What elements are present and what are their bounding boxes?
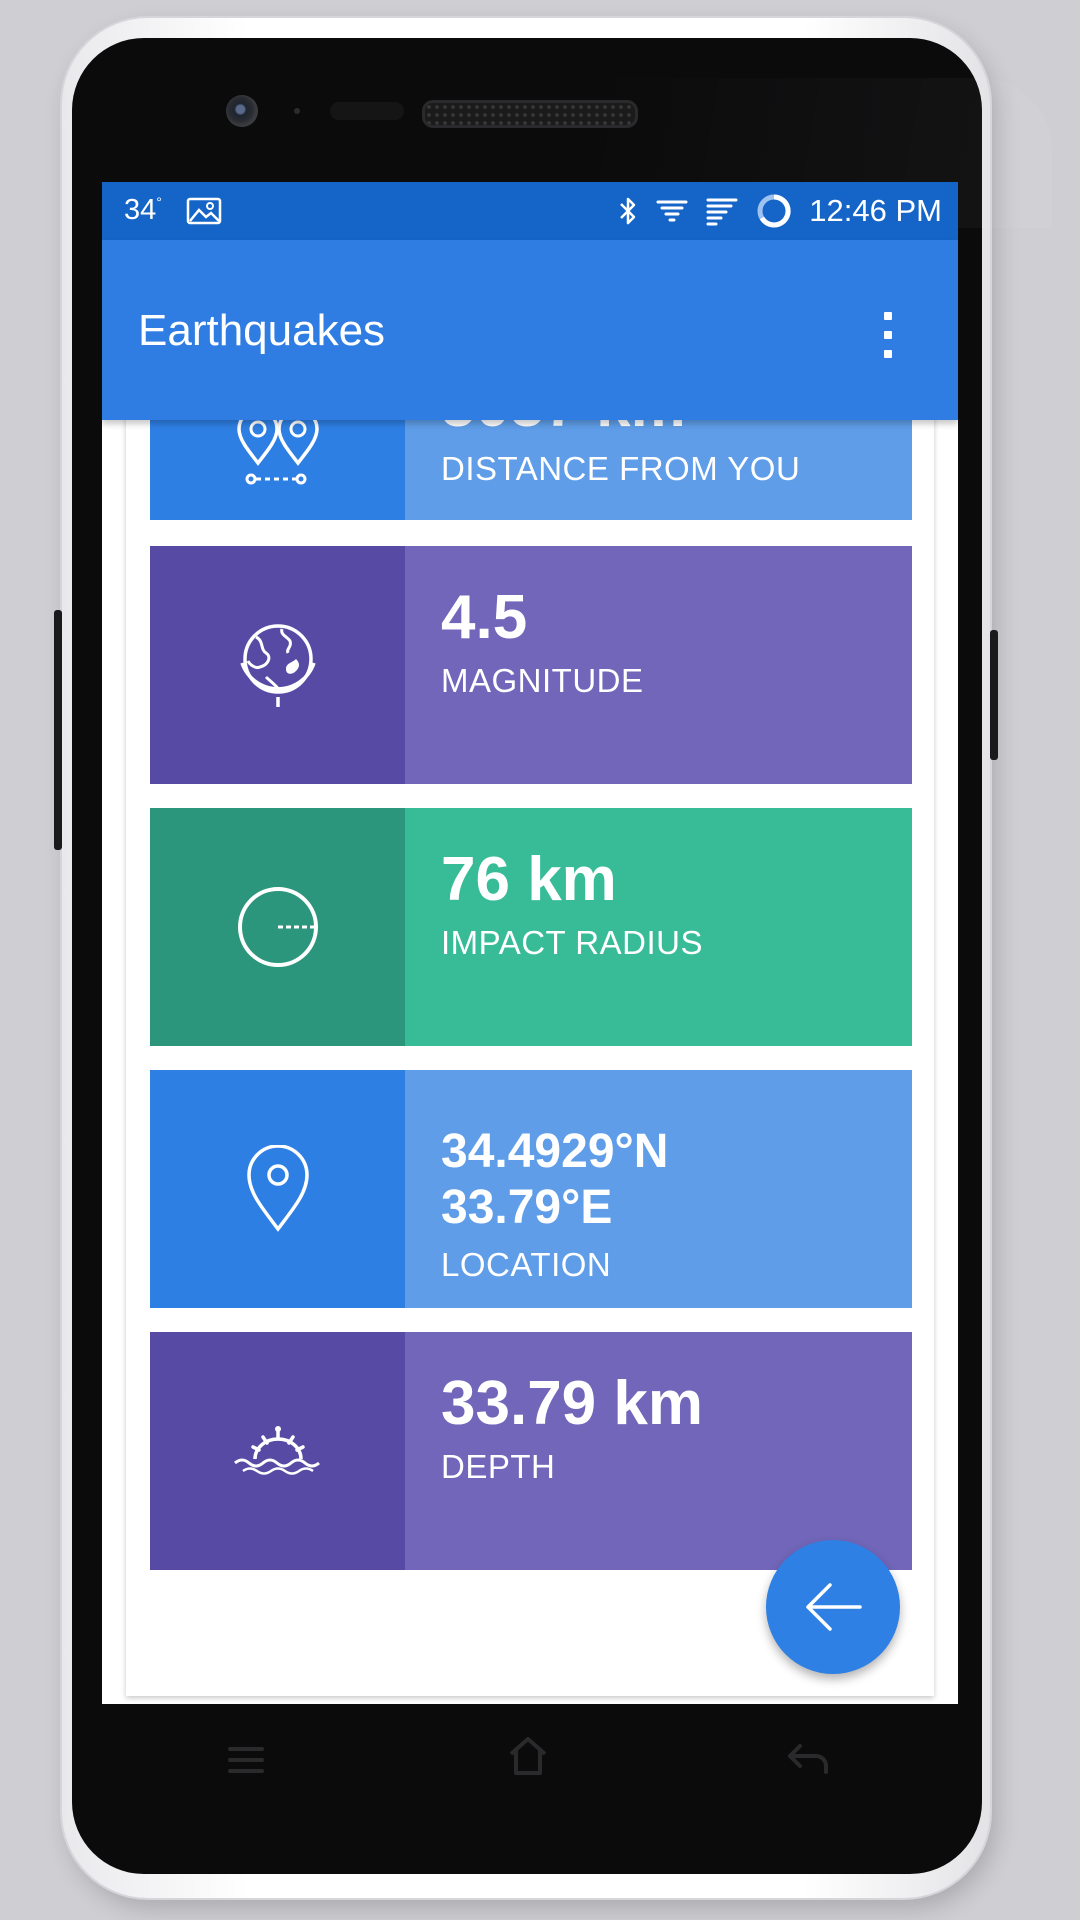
status-time: 12:46 PM [809, 193, 942, 228]
signal-icon [706, 198, 738, 226]
globe-icon [239, 624, 316, 707]
back-fab-button[interactable] [766, 1540, 900, 1674]
light-sensor [330, 102, 404, 120]
magnitude-icon-box [150, 546, 405, 784]
location-icon-box [150, 1070, 405, 1308]
magnitude-text-box: 4.5 MAGNITUDE [405, 546, 912, 784]
bluetooth-icon [620, 197, 636, 225]
front-camera [226, 95, 258, 127]
volume-button [54, 610, 62, 850]
location-pin-icon [246, 1145, 309, 1232]
location-label: LOCATION [441, 1246, 612, 1283]
arrow-left-icon [806, 1583, 862, 1631]
app-title: Earthquakes [138, 306, 386, 355]
latitude-value: 34.4929°N [441, 1125, 669, 1178]
radius-circle-icon [237, 887, 318, 967]
pins-distance-icon [236, 411, 319, 485]
menu-key-icon[interactable] [226, 1740, 266, 1780]
impact-radius-text-box: 76 km IMPACT RADIUS [405, 808, 912, 1046]
impact-radius-card: 76 km IMPACT RADIUS [150, 808, 912, 1046]
magnitude-label: MAGNITUDE [441, 662, 644, 699]
status-temperature: 34° [124, 194, 162, 227]
proximity-sensor [294, 108, 300, 114]
magnitude-value: 4.5 [441, 583, 528, 652]
impact-radius-icon-box [150, 808, 405, 1046]
battery-ring-icon [757, 194, 791, 228]
temperature-value: 34 [124, 194, 157, 226]
status-right-group: 12:46 PM [617, 182, 942, 240]
earpiece-speaker [422, 100, 638, 128]
depth-card: 33.79 km DEPTH [150, 1332, 912, 1570]
home-key-icon[interactable] [506, 1734, 550, 1778]
overflow-menu-icon[interactable] [882, 312, 894, 358]
distance-label: DISTANCE FROM YOU [441, 450, 801, 487]
depth-text-box: 33.79 km DEPTH [405, 1332, 912, 1570]
magnitude-card: 4.5 MAGNITUDE [150, 546, 912, 784]
power-button [990, 630, 998, 760]
depth-mine-icon [233, 1426, 320, 1475]
wifi-icon [656, 200, 688, 222]
impact-radius-label: IMPACT RADIUS [441, 924, 703, 961]
degree-symbol: ° [156, 194, 162, 210]
details-sheet: 5057 km DISTANCE FROM YOU 4.5 MAGNITU [126, 282, 934, 1696]
app-bar: Earthquakes [102, 240, 958, 420]
depth-label: DEPTH [441, 1448, 556, 1485]
depth-icon-box [150, 1332, 405, 1570]
longitude-value: 33.79°E [441, 1181, 613, 1234]
status-bar: 34° 12:46 PM [102, 182, 958, 240]
screen: 34° 12:46 PM Earthquakes DISTANCE FROM Y… [102, 182, 958, 1704]
image-notification-icon [186, 197, 222, 225]
depth-value: 33.79 km [441, 1369, 703, 1438]
location-text-box: 34.4929°N 33.79°E LOCATION [405, 1070, 912, 1308]
back-key-icon[interactable] [786, 1740, 830, 1780]
impact-radius-value: 76 km [441, 845, 617, 914]
location-card: 34.4929°N 33.79°E LOCATION [150, 1070, 912, 1308]
